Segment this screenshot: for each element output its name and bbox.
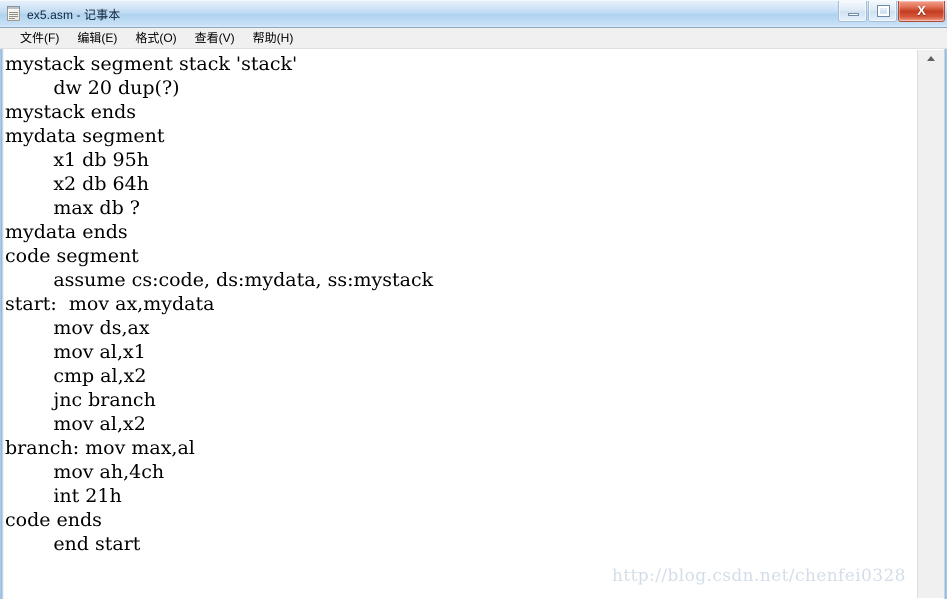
restore-icon [878, 6, 889, 16]
titlebar-left-group: ex5.asm - 记事本 [6, 0, 121, 27]
minimize-button[interactable] [838, 1, 867, 22]
window-title: ex5.asm - 记事本 [27, 7, 121, 22]
scroll-up-button[interactable] [918, 50, 943, 67]
notepad-window: ex5.asm - 记事本 X 文件(F) 编辑(E) 格式(O) 查看(V) … [0, 0, 947, 599]
window-controls: X [838, 1, 945, 22]
close-button[interactable]: X [898, 1, 945, 22]
window-border-right [943, 49, 947, 599]
close-icon: X [917, 3, 926, 18]
menu-item-format[interactable]: 格式(O) [126, 27, 185, 49]
arrow-up-icon [926, 56, 935, 61]
scrollbar-track[interactable] [918, 67, 943, 598]
title-bar[interactable]: ex5.asm - 记事本 X [0, 0, 947, 28]
editor-content[interactable]: mystack segment stack 'stack' dw 20 dup(… [5, 52, 433, 556]
text-editor-area[interactable]: mystack segment stack 'stack' dw 20 dup(… [4, 49, 917, 599]
menu-item-file[interactable]: 文件(F) [11, 27, 68, 49]
menu-item-edit[interactable]: 编辑(E) [68, 27, 126, 49]
menu-bar: 文件(F) 编辑(E) 格式(O) 查看(V) 帮助(H) [0, 28, 947, 49]
notepad-document-icon [6, 6, 21, 22]
minimize-icon [848, 13, 859, 16]
menu-item-view[interactable]: 查看(V) [186, 27, 244, 49]
restore-button[interactable] [868, 1, 897, 22]
menu-item-help[interactable]: 帮助(H) [244, 27, 303, 49]
vertical-scrollbar[interactable] [917, 50, 943, 598]
